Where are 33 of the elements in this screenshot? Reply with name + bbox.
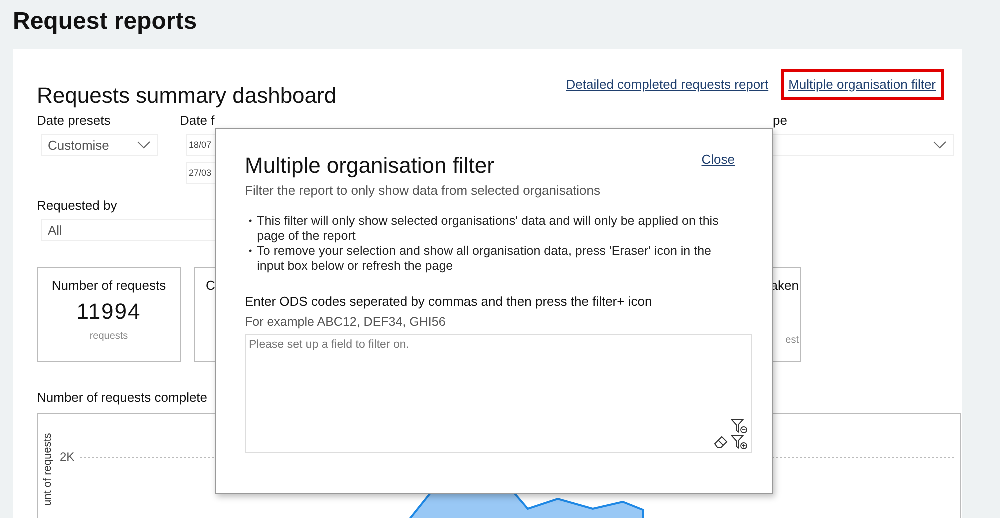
date-presets-dropdown[interactable]: Customise xyxy=(41,134,158,156)
card-value: 11994 xyxy=(76,299,142,326)
dialog-subtitle: Filter the report to only show data from selected organisations xyxy=(245,183,602,198)
card-title: Number of requests xyxy=(52,278,166,294)
filter-plus-icon[interactable] xyxy=(731,435,748,450)
chevron-icon xyxy=(137,141,151,150)
close-link[interactable]: Close xyxy=(702,152,735,167)
input-instruction: Enter ODS codes seperated by commas and then press the filter+ icon xyxy=(245,294,654,309)
card-unit: est xyxy=(786,335,799,346)
card-unit: requests xyxy=(90,331,128,342)
filter-label: Date f xyxy=(180,113,216,128)
dashboard-title: Requests summary dashboard xyxy=(37,83,338,109)
axis-tick: 2K xyxy=(60,450,75,466)
filter-label: Requested by xyxy=(37,198,118,214)
instruction-text: To remove your selection and show all organisation data, press 'Eraser' icon in the input box below or refresh the page xyxy=(257,244,712,274)
bullet-marker: • xyxy=(249,215,252,228)
instruction-text: This filter will only show selected organisations' data and will only be applied on this page of the report xyxy=(257,214,720,244)
chevron-icon xyxy=(933,141,947,150)
filter-label: pe xyxy=(773,113,788,128)
report-link[interactable]: Detailed completed requests report xyxy=(558,69,777,100)
page-title: Request reports xyxy=(12,7,198,37)
dialog-title: Multiple organisation filter xyxy=(245,153,494,179)
chart-title: Number of requests complete xyxy=(37,390,209,406)
bullet-marker: • xyxy=(249,245,252,258)
requested-by-dropdown[interactable]: All xyxy=(41,219,216,242)
axis-label: unt of requests xyxy=(42,432,54,506)
report-link[interactable]: Multiple organisation filter xyxy=(780,69,944,100)
filter-label: Date presets xyxy=(37,113,112,128)
input-example: For example ABC12, DEF34, GHI56 xyxy=(245,315,447,329)
filter-minus-icon[interactable] xyxy=(731,419,748,434)
eraser-icon[interactable] xyxy=(714,435,729,449)
card-title: C xyxy=(206,278,216,294)
codes-input-field[interactable]: Please set up a field to filter on. xyxy=(245,334,752,453)
